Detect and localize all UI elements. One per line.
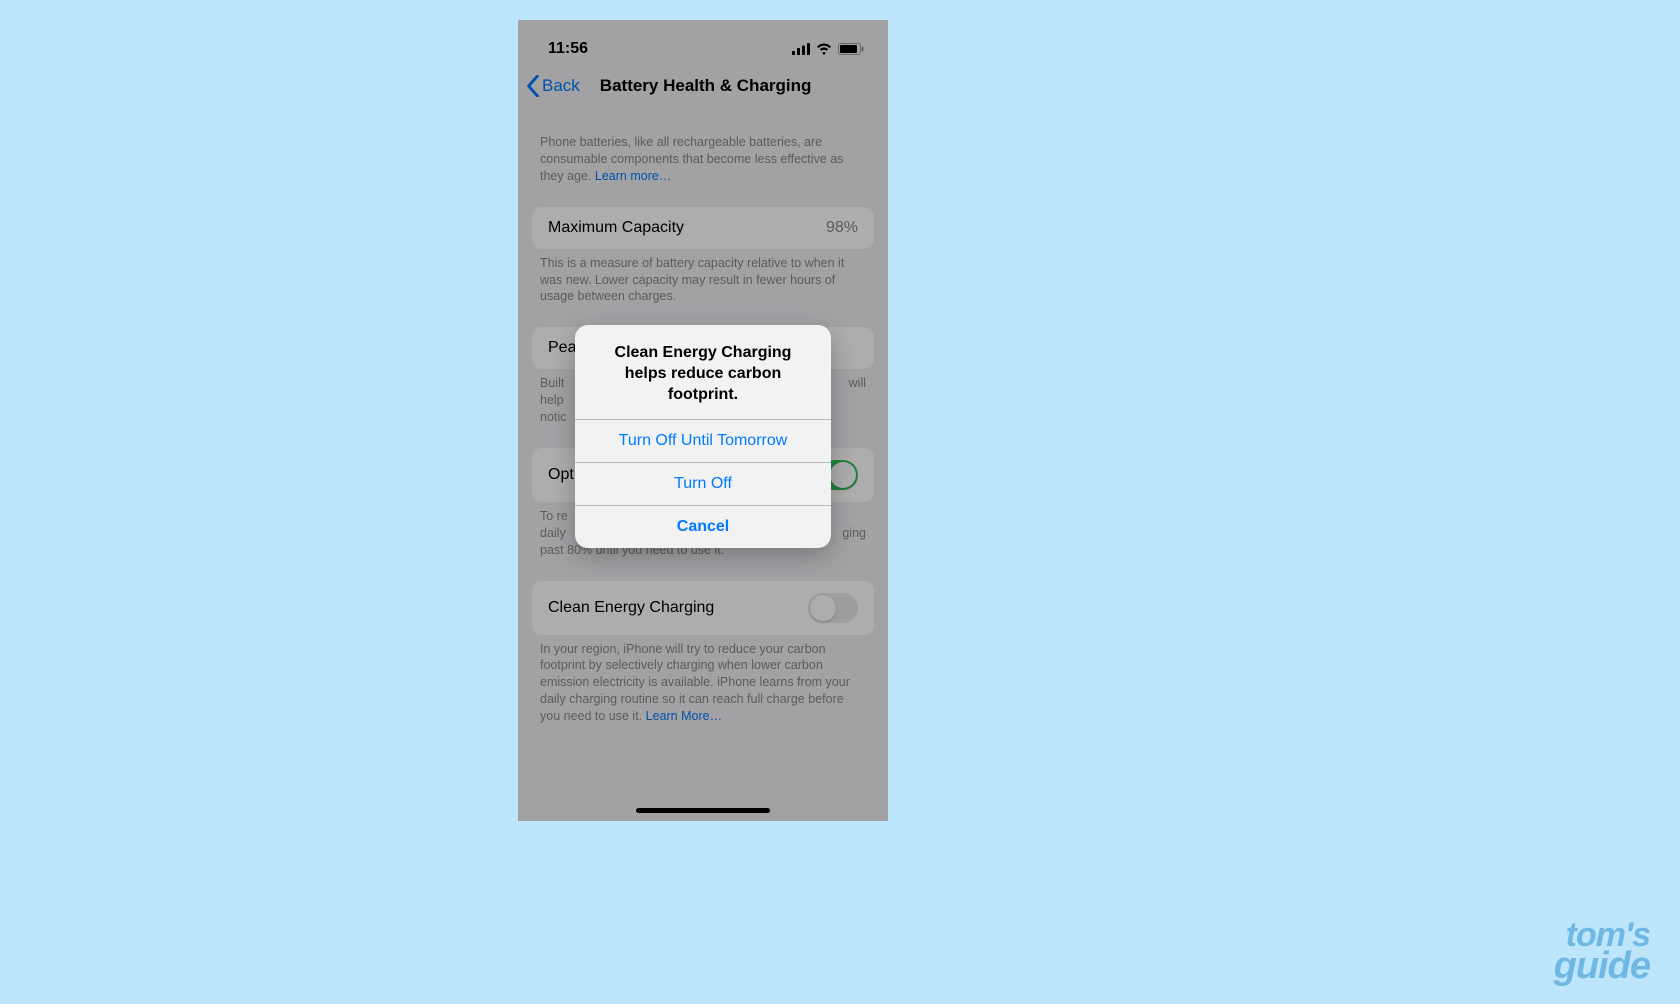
action-sheet: Clean Energy Charging helps reduce carbo…: [575, 325, 831, 548]
home-indicator[interactable]: [636, 808, 770, 813]
turn-off-until-tomorrow-button[interactable]: Turn Off Until Tomorrow: [575, 420, 831, 463]
modal-title: Clean Energy Charging helps reduce carbo…: [575, 325, 831, 420]
logo-line2: guide: [1554, 950, 1650, 982]
turn-off-button[interactable]: Turn Off: [575, 463, 831, 506]
cancel-button[interactable]: Cancel: [575, 506, 831, 548]
phone-screenshot: 11:56 Back Battery Health & Charging Pho…: [518, 20, 888, 821]
toms-guide-logo: tom's guide: [1554, 921, 1650, 982]
